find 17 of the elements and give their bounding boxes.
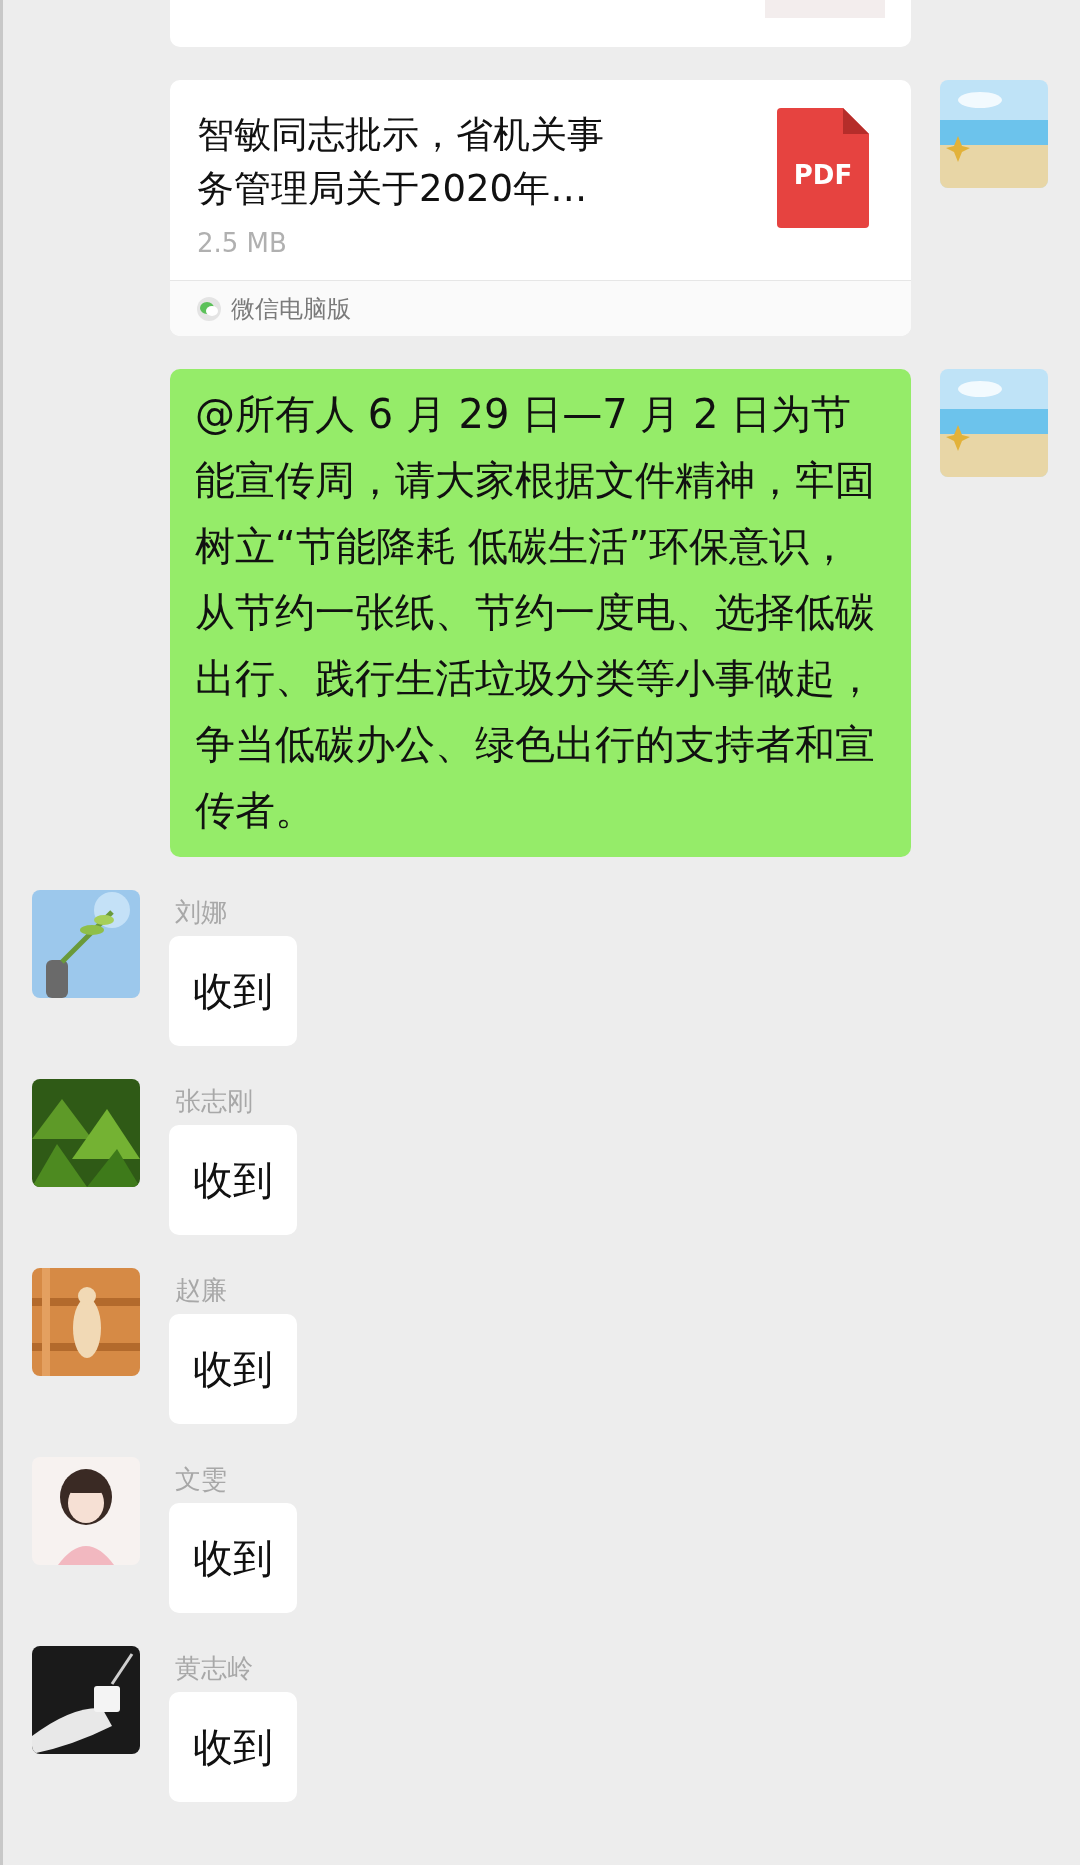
sender-name: 赵廉: [175, 1274, 227, 1307]
sender-name: 文雯: [175, 1463, 227, 1496]
file-size: 2.5 MB: [197, 227, 288, 260]
file-title: 智敏同志批示，省机关事务管理局关于2020年…: [197, 112, 605, 212]
message-bubble: @所有人 6 月 29 日—7 月 2 日为节能宣传周，请大家根据文件精神，牢固树立“节能降耗 低碳生活”环保意识，从节约一张纸、节约一度电、选择低碳出行、践行生活垃圾分类等小事做起，争当低碳办公、绿色出行的支持者和宣传者。: [170, 369, 911, 857]
file-card[interactable]: 智敏同志批示，省机关事务管理局关于2020年… 2.5 MB PDF 微信电脑版: [170, 80, 911, 336]
source-label: 微信电脑版: [231, 293, 351, 325]
message-bubble: 收到: [169, 1503, 297, 1613]
sender-name: 张志刚: [175, 1085, 253, 1118]
message-bubble: 收到: [169, 1692, 297, 1802]
chat-bubbles-icon: [197, 296, 221, 321]
message-bubble: 收到: [169, 936, 297, 1046]
message-bubble: 收到: [169, 1314, 297, 1424]
pdf-icon: PDF: [777, 108, 869, 228]
sender-name: 刘娜: [175, 896, 227, 929]
message-bubble: 收到: [169, 1125, 297, 1235]
sender-name: 黄志岭: [175, 1652, 253, 1685]
